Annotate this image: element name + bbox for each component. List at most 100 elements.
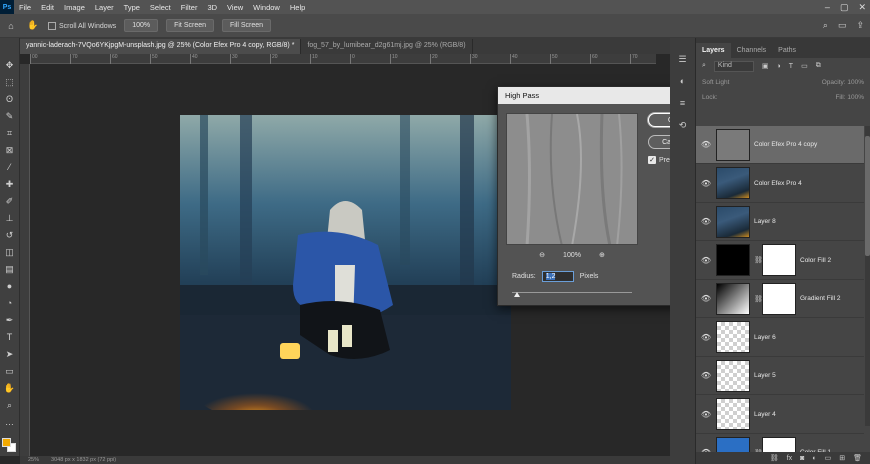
mask-link-icon[interactable]: ⛓: [754, 256, 763, 264]
lasso-tool-icon[interactable]: ʘ: [3, 92, 17, 106]
visibility-eye-icon[interactable]: 👁: [696, 217, 716, 226]
menu-item-3d[interactable]: 3D: [202, 3, 222, 12]
zoom-tool-icon[interactable]: ⌕: [3, 398, 17, 412]
menu-item-filter[interactable]: Filter: [176, 3, 203, 12]
clone-stamp-tool-icon[interactable]: ⊥: [3, 211, 17, 225]
layer-row[interactable]: 👁 Layer 4: [696, 396, 864, 434]
menu-item-help[interactable]: Help: [285, 3, 310, 12]
filter-pixel-icon[interactable]: ▣: [762, 62, 769, 70]
shape-tool-icon[interactable]: ▭: [3, 364, 17, 378]
filter-type-icon[interactable]: T: [789, 63, 793, 70]
adjustments-icon[interactable]: ◐: [676, 74, 690, 88]
workspace-icon[interactable]: ▭: [838, 20, 847, 31]
document-image[interactable]: [180, 115, 511, 410]
foreground-color-swatch[interactable]: [2, 438, 11, 447]
hand-tool-icon[interactable]: ✋: [26, 19, 40, 33]
frame-tool-icon[interactable]: ⊠: [3, 143, 17, 157]
scrollbar-thumb[interactable]: [865, 136, 870, 256]
filter-adjustment-icon[interactable]: ◑: [777, 63, 781, 70]
add-mask-icon[interactable]: ◙: [800, 455, 804, 462]
radius-slider-track[interactable]: [512, 292, 632, 293]
layer-thumbnail[interactable]: [716, 167, 750, 199]
menu-item-window[interactable]: Window: [248, 3, 285, 12]
panel-tab-paths[interactable]: Paths: [772, 43, 802, 58]
menu-item-view[interactable]: View: [222, 3, 248, 12]
layer-row[interactable]: 👁 Layer 8: [696, 203, 864, 241]
filter-shape-icon[interactable]: ▭: [801, 62, 808, 70]
dodge-tool-icon[interactable]: ◔: [3, 296, 17, 310]
panel-tab-layers[interactable]: Layers: [696, 43, 731, 58]
layer-row[interactable]: 👁 ⛓ Color Fill 2: [696, 242, 864, 280]
adjustment-layer-icon[interactable]: ◐: [812, 455, 816, 462]
home-icon[interactable]: ⌂: [4, 19, 18, 33]
layer-thumbnail[interactable]: [716, 128, 750, 161]
fill-value[interactable]: 100%: [847, 94, 864, 101]
document-tab[interactable]: fog_57_by_lumibear_d2g61mj.jpg @ 25% (RG…: [301, 39, 473, 54]
menu-item-type[interactable]: Type: [119, 3, 145, 12]
visibility-eye-icon[interactable]: 👁: [696, 140, 716, 149]
layer-thumbnail[interactable]: [716, 282, 750, 315]
layer-row[interactable]: 👁 Layer 6: [696, 319, 864, 357]
layers-scrollbar[interactable]: [865, 126, 870, 426]
eyedropper-tool-icon[interactable]: ⁄: [3, 160, 17, 174]
marquee-tool-icon[interactable]: ⬚: [3, 75, 17, 89]
radius-input[interactable]: 1,2: [541, 271, 574, 282]
layer-thumbnail[interactable]: [716, 244, 750, 276]
zoom-in-icon[interactable]: ⊕: [599, 251, 605, 259]
quick-select-tool-icon[interactable]: ✎: [3, 109, 17, 123]
layer-row[interactable]: 👁 Layer 5: [696, 357, 864, 395]
menu-item-layer[interactable]: Layer: [90, 3, 119, 12]
layer-thumbnail[interactable]: [716, 205, 750, 238]
path-select-tool-icon[interactable]: ➤: [3, 347, 17, 361]
brush-tool-icon[interactable]: ✐: [3, 194, 17, 208]
filter-preview[interactable]: [506, 113, 638, 245]
fx-icon[interactable]: fx: [787, 455, 792, 462]
history-brush-tool-icon[interactable]: ↺: [3, 228, 17, 242]
kind-filter-select[interactable]: Kind: [713, 60, 754, 72]
menu-item-image[interactable]: Image: [59, 3, 90, 12]
blend-mode-select[interactable]: Soft Light: [702, 79, 729, 86]
pen-tool-icon[interactable]: ✒: [3, 313, 17, 327]
visibility-eye-icon[interactable]: 👁: [696, 179, 716, 188]
crop-tool-icon[interactable]: ⌗: [3, 126, 17, 140]
status-doc-info[interactable]: 3048 px x 1832 px (72 ppi): [51, 457, 116, 463]
libraries-icon[interactable]: ☰: [676, 52, 690, 66]
visibility-eye-icon[interactable]: 👁: [696, 410, 716, 419]
zoom-out-icon[interactable]: ⊖: [539, 251, 545, 259]
history-icon[interactable]: ⟲: [676, 118, 690, 132]
scroll-all-windows-checkbox[interactable]: Scroll All Windows: [48, 21, 116, 30]
maximize-icon[interactable]: ▢: [840, 2, 849, 13]
new-layer-icon[interactable]: ⊞: [839, 454, 845, 462]
opacity-value[interactable]: 100%: [847, 79, 864, 86]
menu-item-edit[interactable]: Edit: [36, 3, 59, 12]
share-icon[interactable]: ⇪: [856, 20, 864, 31]
fill-screen-button[interactable]: Fill Screen: [222, 19, 272, 32]
visibility-eye-icon[interactable]: 👁: [696, 256, 716, 265]
vertical-ruler[interactable]: [20, 64, 30, 456]
layer-row[interactable]: 👁 Color Efex Pro 4 copy: [696, 126, 864, 164]
fit-screen-button[interactable]: Fit Screen: [166, 19, 214, 32]
hand-tool-icon[interactable]: ✋: [3, 381, 17, 395]
layer-row[interactable]: 👁 Color Efex Pro 4: [696, 165, 864, 203]
layer-row[interactable]: 👁 ⛓ Gradient Fill 2: [696, 280, 864, 318]
radius-slider-thumb[interactable]: [514, 292, 520, 297]
mask-link-icon[interactable]: ⛓: [754, 295, 763, 303]
new-group-icon[interactable]: ▭: [825, 454, 832, 462]
link-layers-icon[interactable]: ⛓: [770, 454, 779, 462]
close-icon[interactable]: ✕: [858, 2, 866, 13]
visibility-eye-icon[interactable]: 👁: [696, 294, 716, 303]
menu-item-select[interactable]: Select: [145, 3, 176, 12]
filter-smart-icon[interactable]: ⧉: [816, 62, 821, 70]
visibility-eye-icon[interactable]: 👁: [696, 371, 716, 380]
search-icon[interactable]: ⌕: [823, 20, 828, 31]
healing-brush-tool-icon[interactable]: ✚: [3, 177, 17, 191]
horizontal-ruler[interactable]: 00 70 60 50 40 30 20 10 0 10 20 30 40 50 60 70: [30, 54, 656, 64]
move-tool-icon[interactable]: ✥: [3, 58, 17, 72]
type-tool-icon[interactable]: T: [3, 330, 17, 344]
zoom-100-button[interactable]: 100%: [124, 19, 159, 32]
delete-layer-icon[interactable]: 🗑: [853, 454, 862, 462]
eraser-tool-icon[interactable]: ◫: [3, 245, 17, 259]
layer-thumbnail[interactable]: [716, 398, 750, 430]
panel-tab-channels[interactable]: Channels: [731, 43, 773, 58]
layer-mask-thumbnail[interactable]: [762, 244, 796, 276]
